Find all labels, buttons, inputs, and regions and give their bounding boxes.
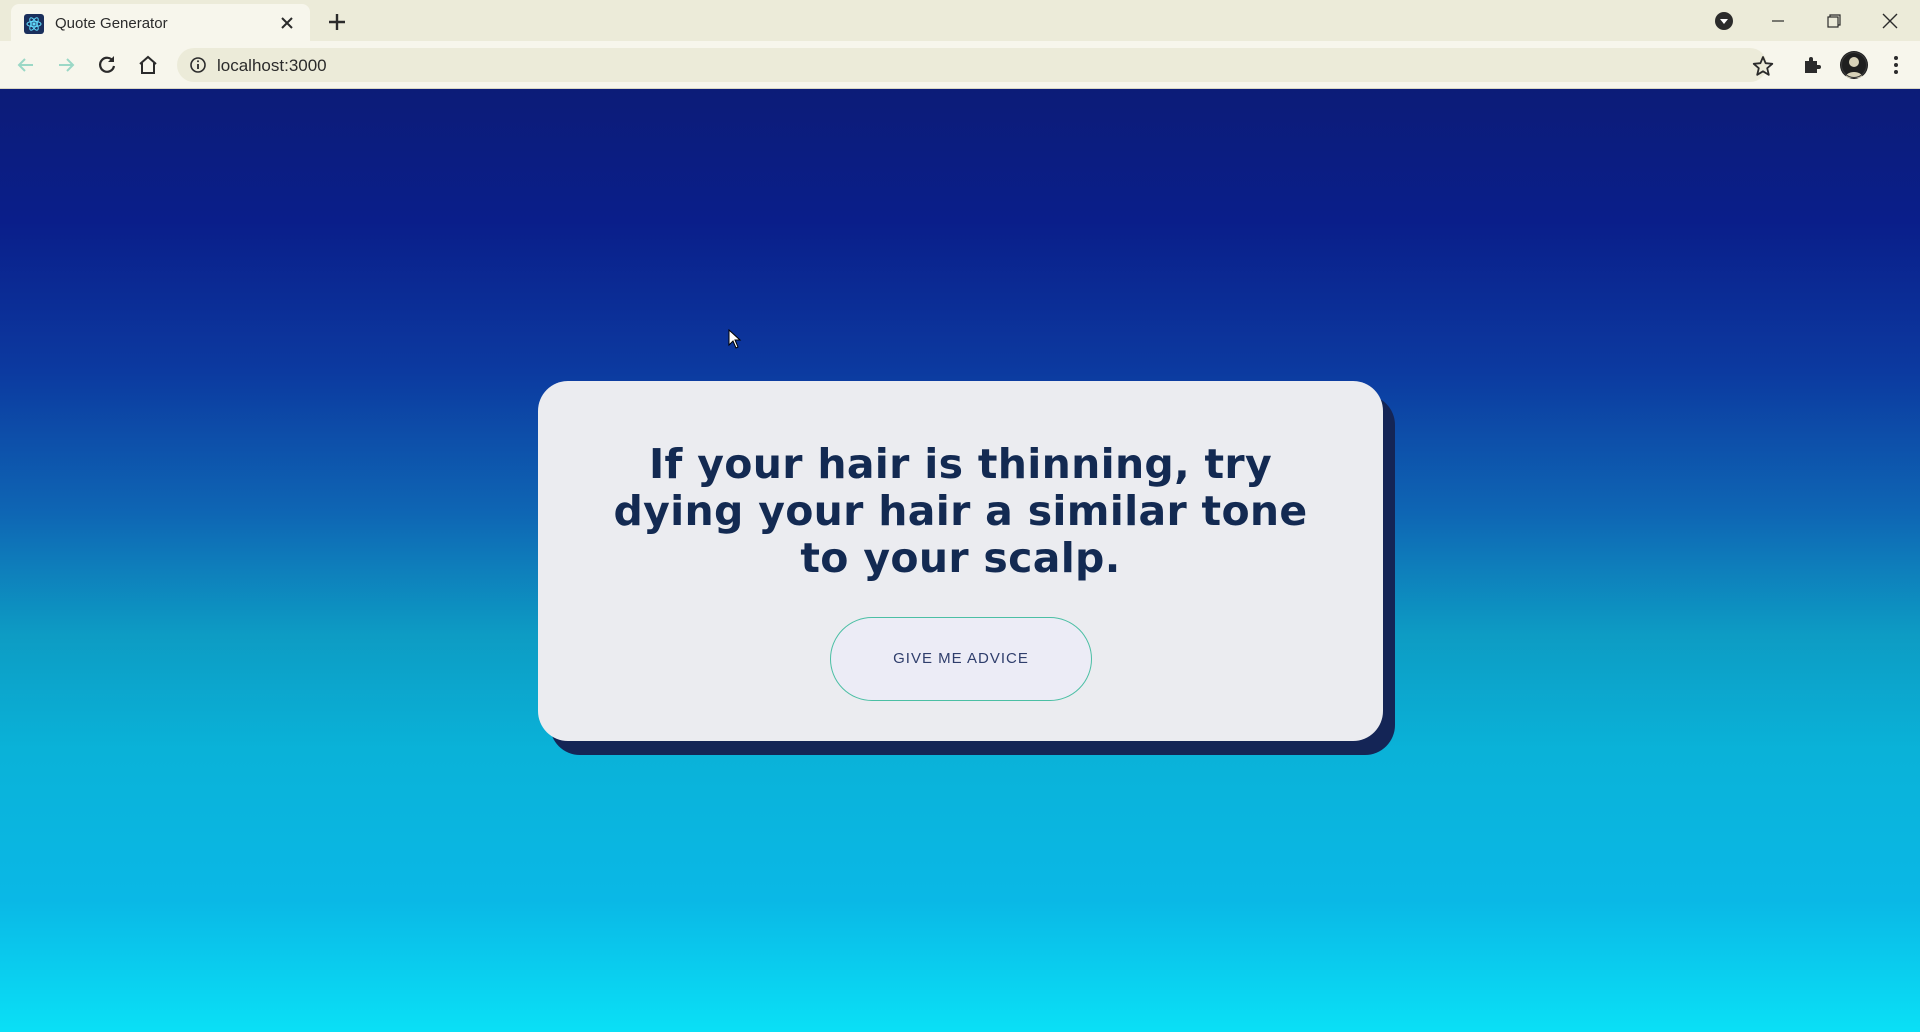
close-icon[interactable] [1862, 0, 1918, 41]
restore-icon[interactable] [1806, 0, 1862, 41]
give-advice-button[interactable]: GIVE ME ADVICE [830, 617, 1092, 701]
minimize-icon[interactable] [1750, 0, 1806, 41]
react-logo-icon [24, 14, 44, 34]
address-bar[interactable]: localhost:3000 [177, 48, 1767, 82]
quote-card: If your hair is thinning, try dying your… [538, 381, 1383, 741]
page-background: If your hair is thinning, try dying your… [0, 89, 1920, 1032]
plus-icon[interactable] [325, 10, 349, 34]
home-icon[interactable] [136, 53, 160, 77]
tab-quote-generator[interactable]: Quote Generator [11, 4, 310, 41]
tab-strip: Quote Generator [0, 0, 1920, 41]
tab-title: Quote Generator [55, 15, 168, 32]
url-text[interactable]: localhost:3000 [217, 56, 327, 76]
arrow-right-icon[interactable] [54, 53, 78, 77]
star-icon[interactable] [1752, 55, 1774, 77]
media-down-icon[interactable] [1696, 0, 1752, 41]
avatar[interactable] [1840, 51, 1868, 79]
reload-icon[interactable] [95, 53, 119, 77]
mouse-cursor-icon [728, 328, 742, 354]
close-icon[interactable] [277, 13, 297, 33]
arrow-left-icon[interactable] [14, 53, 38, 77]
browser-toolbar: localhost:3000 [0, 41, 1920, 89]
info-icon[interactable] [189, 56, 207, 74]
puzzle-icon[interactable] [1800, 53, 1824, 77]
quote-text: If your hair is thinning, try dying your… [613, 440, 1308, 582]
kebab-menu-icon[interactable] [1884, 53, 1908, 77]
